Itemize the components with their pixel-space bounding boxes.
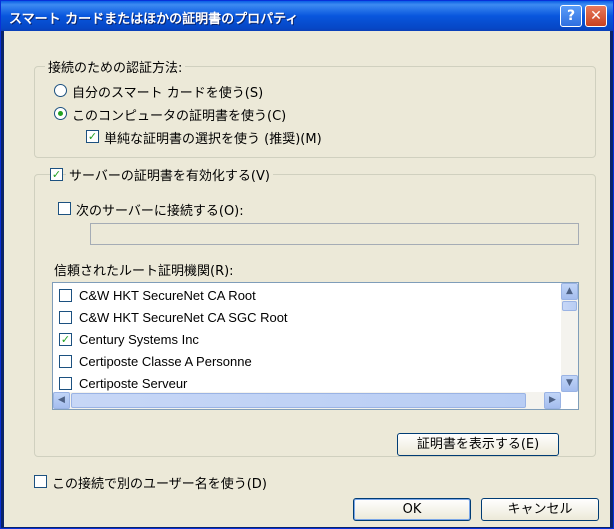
list-item[interactable]: ✓ Century Systems Inc (53, 329, 578, 351)
radio-this-computer-cert[interactable] (54, 107, 67, 120)
auth-method-legend: 接続のための認証方法: (45, 57, 186, 76)
list-item-label: C&W HKT SecureNet CA SGC Root (79, 310, 288, 325)
scroll-left-icon[interactable]: ◀ (53, 392, 70, 409)
list-item[interactable]: C&W HKT SecureNet CA SGC Root (53, 307, 578, 329)
list-item-label: Century Systems Inc (79, 332, 199, 347)
auth-method-group: 接続のための認証方法: 自分のスマート カードを使う(S) このコンピュータの証… (34, 57, 596, 158)
list-item-checkbox[interactable]: ✓ (59, 333, 72, 346)
window-title: スマート カードまたはほかの証明書のプロパティ (9, 12, 299, 27)
different-user-label[interactable]: この接続で別のユーザー名を使う(D) (52, 473, 267, 492)
different-user-checkbox[interactable] (34, 475, 47, 488)
scroll-right-icon[interactable]: ▶ (544, 392, 561, 409)
dialog-window: スマート カードまたはほかの証明書のプロパティ ? ✕ 接続のための認証方法: … (0, 0, 614, 529)
simple-selection-label[interactable]: 単純な証明書の選択を使う (推奨)(M) (104, 128, 322, 147)
trusted-root-label: 信頼されたルート証明機関(R): (54, 264, 234, 279)
validate-server-checkbox[interactable]: ✓ (50, 168, 63, 181)
list-item-label: Certiposte Classe A Personne (79, 354, 252, 369)
connect-servers-label[interactable]: 次のサーバーに接続する(O): (76, 200, 244, 219)
close-button[interactable]: ✕ (585, 5, 607, 27)
validate-server-label[interactable]: サーバーの証明書を有効化する(V) (66, 165, 273, 184)
radio-smartcard[interactable] (54, 84, 67, 97)
list-item[interactable]: C&W HKT SecureNet CA Root (53, 285, 578, 307)
ok-button[interactable]: OK (353, 498, 471, 521)
radio-smartcard-label[interactable]: 自分のスマート カードを使う(S) (72, 82, 263, 101)
title-bar[interactable]: スマート カードまたはほかの証明書のプロパティ ? ✕ (1, 1, 613, 31)
horizontal-scrollbar[interactable]: ◀ ▶ (53, 392, 561, 409)
list-item-checkbox[interactable] (59, 289, 72, 302)
view-certificate-button[interactable]: 証明書を表示する(E) (397, 433, 559, 456)
cancel-button[interactable]: キャンセル (481, 498, 599, 521)
dialog-body: 接続のための認証方法: 自分のスマート カードを使う(S) このコンピュータの証… (4, 31, 610, 527)
list-item-label: Certiposte Serveur (79, 376, 188, 391)
scroll-down-icon[interactable]: ▼ (561, 375, 578, 392)
list-item-label: C&W HKT SecureNet CA Root (79, 288, 256, 303)
scroll-up-icon[interactable]: ▲ (561, 283, 578, 300)
validate-server-group: ✓ サーバーの証明書を有効化する(V) 次のサーバーに接続する(O): 信頼され… (34, 165, 596, 457)
list-item-checkbox[interactable] (59, 311, 72, 324)
horizontal-scroll-thumb[interactable] (71, 393, 526, 408)
simple-selection-checkbox[interactable]: ✓ (86, 130, 99, 143)
list-item[interactable]: Certiposte Classe A Personne (53, 351, 578, 373)
vertical-scroll-thumb[interactable] (562, 301, 577, 311)
list-item-checkbox[interactable] (59, 355, 72, 368)
vertical-scrollbar[interactable]: ▲ ▼ (561, 283, 578, 392)
trusted-root-list[interactable]: C&W HKT SecureNet CA Root C&W HKT Secure… (52, 282, 579, 410)
radio-this-computer-cert-label[interactable]: このコンピュータの証明書を使う(C) (72, 105, 286, 124)
servers-input[interactable] (90, 223, 579, 245)
list-item-checkbox[interactable] (59, 377, 72, 390)
connect-servers-checkbox[interactable] (58, 202, 71, 215)
help-button[interactable]: ? (560, 5, 582, 27)
